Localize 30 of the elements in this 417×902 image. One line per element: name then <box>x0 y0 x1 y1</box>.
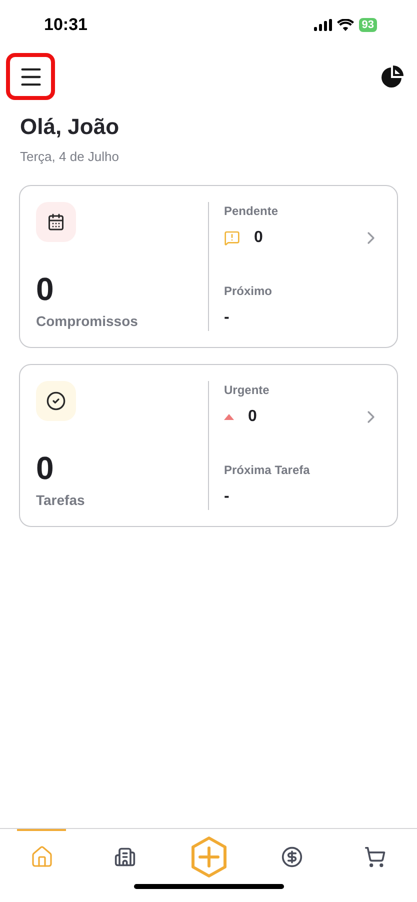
date-text: Terça, 4 de Julho <box>19 148 120 166</box>
stat-value: 0 <box>254 228 263 248</box>
status-time: 10:31 <box>44 14 88 36</box>
menu-button[interactable] <box>6 53 55 100</box>
card-label: Compromissos <box>36 312 139 331</box>
signal-icon <box>314 19 332 31</box>
summary-card[interactable]: 0 Tarefas Urgente 0 Próxima Tarefa - <box>19 364 398 526</box>
count-value: 0 <box>36 448 55 486</box>
plus-hexagon-icon <box>188 836 229 878</box>
alert-message-icon <box>224 230 240 246</box>
triangle-icon <box>224 414 234 420</box>
battery-level: 93 <box>358 18 377 32</box>
cart-icon <box>364 846 386 868</box>
stat-label: Próximo <box>224 282 274 300</box>
card-label: Tarefas <box>36 490 86 510</box>
stat-value: - <box>224 486 230 506</box>
summary-card[interactable]: 0 Compromissos Pendente 0 Próximo - <box>19 184 398 348</box>
stat-value: 0 <box>248 406 257 426</box>
count-value: 0 <box>36 270 55 308</box>
wifi-icon <box>336 19 354 31</box>
pie-chart-icon[interactable] <box>380 64 404 88</box>
stat-value: - <box>224 308 230 328</box>
home-icon <box>30 844 54 868</box>
dollar-icon <box>280 846 303 868</box>
stat-label: Próxima Tarefa <box>224 462 311 478</box>
greeting-title: Olá, João <box>19 113 120 141</box>
stat-label: Urgente <box>224 382 270 398</box>
building-icon <box>114 846 136 868</box>
stat-label: Pendente <box>224 202 280 220</box>
calendar-icon <box>36 202 76 242</box>
